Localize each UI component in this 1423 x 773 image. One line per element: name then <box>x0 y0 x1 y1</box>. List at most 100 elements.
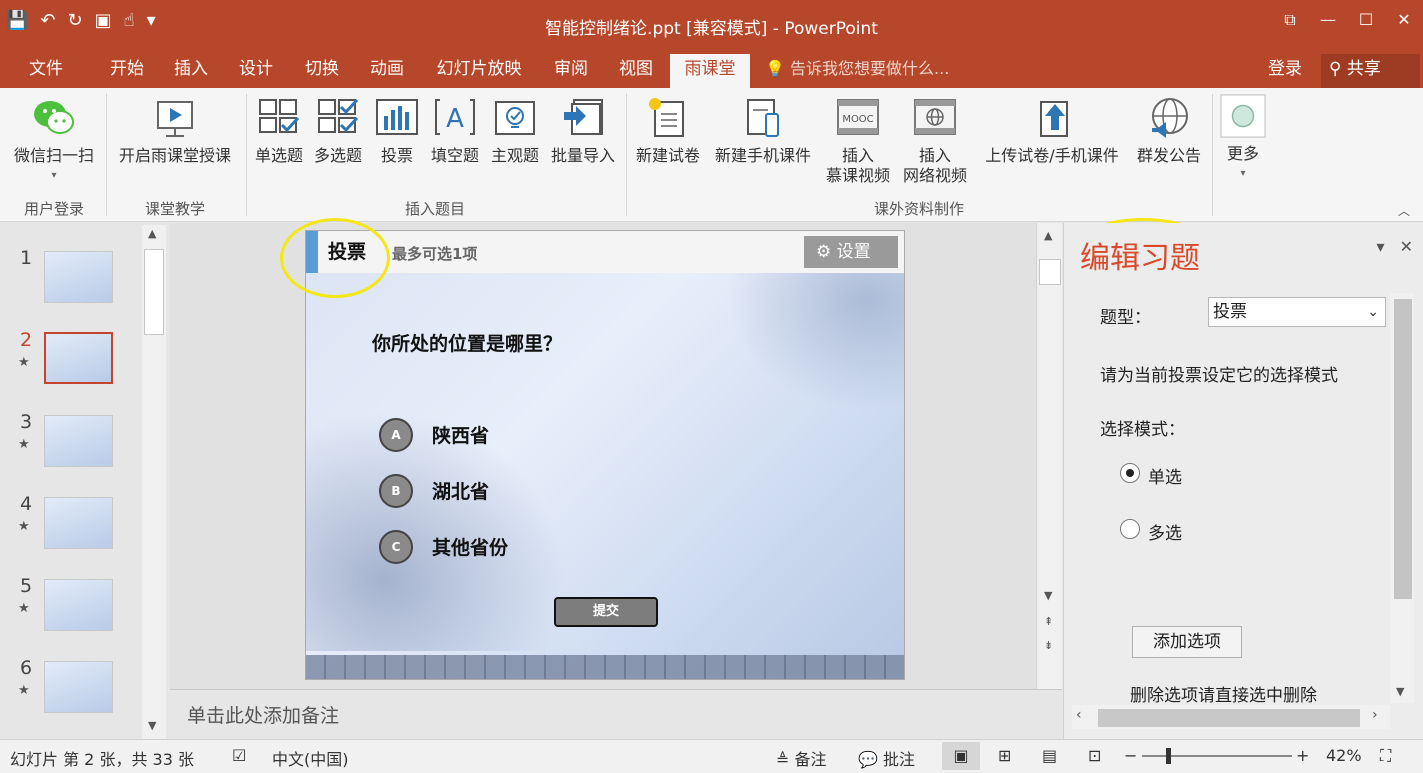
new-mobile-courseware-button[interactable]: 新建手机课件 <box>708 92 818 166</box>
tab-home[interactable]: 开始 <box>96 54 158 88</box>
vote-button[interactable]: 投票 <box>370 92 424 166</box>
ribbon-display-icon[interactable]: ⧉ <box>1271 0 1309 40</box>
scroll-left-icon[interactable]: ‹ <box>1076 707 1082 723</box>
start-class-button[interactable]: 开启雨课堂授课 <box>110 92 240 166</box>
zoom-level[interactable]: 42% <box>1326 746 1362 765</box>
zoom-slider-thumb[interactable] <box>1166 748 1171 764</box>
pane-options-icon[interactable]: ▾ <box>1376 237 1384 256</box>
option-letter: A <box>379 418 413 452</box>
multi-select-radio[interactable] <box>1120 519 1140 539</box>
tab-slideshow[interactable]: 幻灯片放映 <box>424 54 534 88</box>
scroll-up-icon[interactable]: ▲ <box>148 227 156 240</box>
slideshow-view-icon[interactable]: ⊡ <box>1088 746 1101 765</box>
slide-scrollbar[interactable]: ▲ ▼ ⇞ ⇟ <box>1036 223 1062 689</box>
scrollbar-thumb[interactable] <box>1394 299 1412 599</box>
slide-thumbnail[interactable] <box>44 415 113 467</box>
tab-file[interactable]: 文件 <box>14 54 78 88</box>
scrollbar-thumb[interactable] <box>1098 709 1360 727</box>
comments-toggle[interactable]: 💬 批注 <box>858 746 915 770</box>
slide-thumbnail[interactable] <box>44 579 113 631</box>
spell-check-icon[interactable]: ☑ <box>232 746 246 765</box>
notes-icon: ≜ <box>776 750 790 769</box>
login-link[interactable]: 登录 <box>1268 54 1302 88</box>
close-pane-icon[interactable]: ✕ <box>1400 237 1413 256</box>
tab-design[interactable]: 设计 <box>226 54 286 88</box>
new-paper-button[interactable]: 新建试卷 <box>630 92 706 166</box>
dropdown-arrow-icon: ▾ <box>1240 168 1246 179</box>
submit-button[interactable]: 提交 <box>554 597 658 627</box>
share-button[interactable]: ⚲ 共享 <box>1321 54 1420 88</box>
scroll-right-icon[interactable]: › <box>1372 707 1378 723</box>
fill-blank-button[interactable]: A 填空题 <box>426 92 484 166</box>
slide-sorter-icon[interactable]: ⊞ <box>998 746 1011 765</box>
question-text[interactable]: 你所处的位置是哪里？ <box>372 329 562 356</box>
close-icon[interactable]: ✕ <box>1385 0 1423 40</box>
animation-star-icon: ★ <box>18 437 30 452</box>
current-slide[interactable]: 投票 最多可选1项 ⚙ 设置 你所处的位置是哪里？ A 陕西省 B 湖北省 C … <box>305 230 905 680</box>
batch-import-button[interactable]: 批量导入 <box>546 92 620 166</box>
multi-select-label[interactable]: 多选 <box>1148 519 1182 544</box>
option-letter: B <box>379 474 413 508</box>
tab-rain-classroom[interactable]: 雨课堂 <box>670 54 750 88</box>
notes-pane[interactable]: 单击此处添加备注 <box>170 689 1062 739</box>
fit-to-window-icon[interactable]: ⛶ <box>1380 746 1391 766</box>
thumbnail-scrollbar[interactable]: ▲ ▼ <box>142 225 166 739</box>
question-type-select[interactable]: 投票 ⌄ <box>1208 297 1386 327</box>
type-label: 题型： <box>1100 308 1151 328</box>
scrollbar-thumb[interactable] <box>144 249 164 335</box>
zoom-slider[interactable] <box>1142 755 1292 757</box>
maximize-icon[interactable]: ☐ <box>1347 0 1385 40</box>
scroll-down-icon[interactable]: ▼ <box>1044 589 1052 602</box>
subjective-button[interactable]: 主观题 <box>486 92 544 166</box>
minimize-icon[interactable]: — <box>1309 0 1347 40</box>
slide-thumbnail[interactable] <box>44 251 113 303</box>
collapse-ribbon-icon[interactable]: ︿ <box>1398 202 1410 219</box>
language-indicator[interactable]: 中文(中国) <box>272 746 349 770</box>
broadcast-notice-button[interactable]: 群发公告 <box>1130 92 1208 166</box>
slide-thumbnail[interactable] <box>44 497 113 549</box>
gear-icon: ⚙ <box>816 242 832 262</box>
tab-view[interactable]: 视图 <box>606 54 666 88</box>
more-button[interactable]: 更多 ▾ <box>1216 92 1270 184</box>
tab-transitions[interactable]: 切换 <box>292 54 352 88</box>
tab-review[interactable]: 审阅 <box>540 54 602 88</box>
option-text[interactable]: 陕西省 <box>432 421 489 448</box>
multi-choice-button[interactable]: 多选题 <box>309 92 367 166</box>
wechat-scan-button[interactable]: 微信扫一扫 ▾ <box>6 92 102 186</box>
scroll-down-icon[interactable]: ▼ <box>148 719 156 732</box>
slide-number: 5 <box>20 575 33 597</box>
option-letter: C <box>379 530 413 564</box>
single-select-label[interactable]: 单选 <box>1148 463 1182 488</box>
tab-animations[interactable]: 动画 <box>357 54 417 88</box>
scrollbar-thumb[interactable] <box>1039 259 1061 285</box>
slide-number: 4 <box>20 493 33 515</box>
slide-thumbnail[interactable] <box>44 332 113 384</box>
single-select-radio[interactable] <box>1120 463 1140 483</box>
notes-toggle[interactable]: ≜ 备注 <box>776 746 827 770</box>
single-choice-button[interactable]: 单选题 <box>250 92 308 166</box>
reading-view-icon[interactable]: ▤ <box>1042 746 1057 765</box>
next-slide-icon[interactable]: ⇟ <box>1044 639 1053 652</box>
tab-insert[interactable]: 插入 <box>162 54 220 88</box>
normal-view-icon[interactable]: ▣ <box>942 742 980 770</box>
settings-button[interactable]: ⚙ 设置 <box>804 236 898 268</box>
previous-slide-icon[interactable]: ⇞ <box>1044 615 1053 628</box>
mode-label: 选择模式： <box>1100 420 1185 440</box>
option-text[interactable]: 其他省份 <box>432 533 508 560</box>
zoom-in-icon[interactable]: + <box>1296 746 1309 765</box>
insert-web-video-button[interactable]: 插入 网络视频 <box>898 92 972 186</box>
zoom-out-icon[interactable]: − <box>1124 746 1137 765</box>
window-title: 智能控制绪论.ppt [兼容模式] - PowerPoint <box>545 19 878 39</box>
slide-thumbnail[interactable] <box>44 661 113 713</box>
insert-mooc-video-button[interactable]: MOOC 插入 慕课视频 <box>822 92 894 186</box>
option-text[interactable]: 湖北省 <box>432 477 489 504</box>
scroll-down-icon[interactable]: ▼ <box>1396 685 1404 698</box>
upload-paper-courseware-button[interactable]: 上传试卷/手机课件 <box>976 92 1128 166</box>
text-box-icon: A <box>435 99 475 135</box>
scroll-up-icon[interactable]: ▲ <box>1044 229 1052 242</box>
tell-me-search[interactable]: 💡 告诉我您想要做什么... <box>765 54 949 88</box>
animation-star-icon: ★ <box>18 519 30 534</box>
add-option-button[interactable]: 添加选项 <box>1132 626 1242 658</box>
edit-question-pane: 编辑习题 ▾ ✕ 题型： 投票 ⌄ 请为当前投票设定它的选择模式 选择模式： 单… <box>1063 223 1423 739</box>
globe-megaphone-icon <box>1152 98 1188 138</box>
